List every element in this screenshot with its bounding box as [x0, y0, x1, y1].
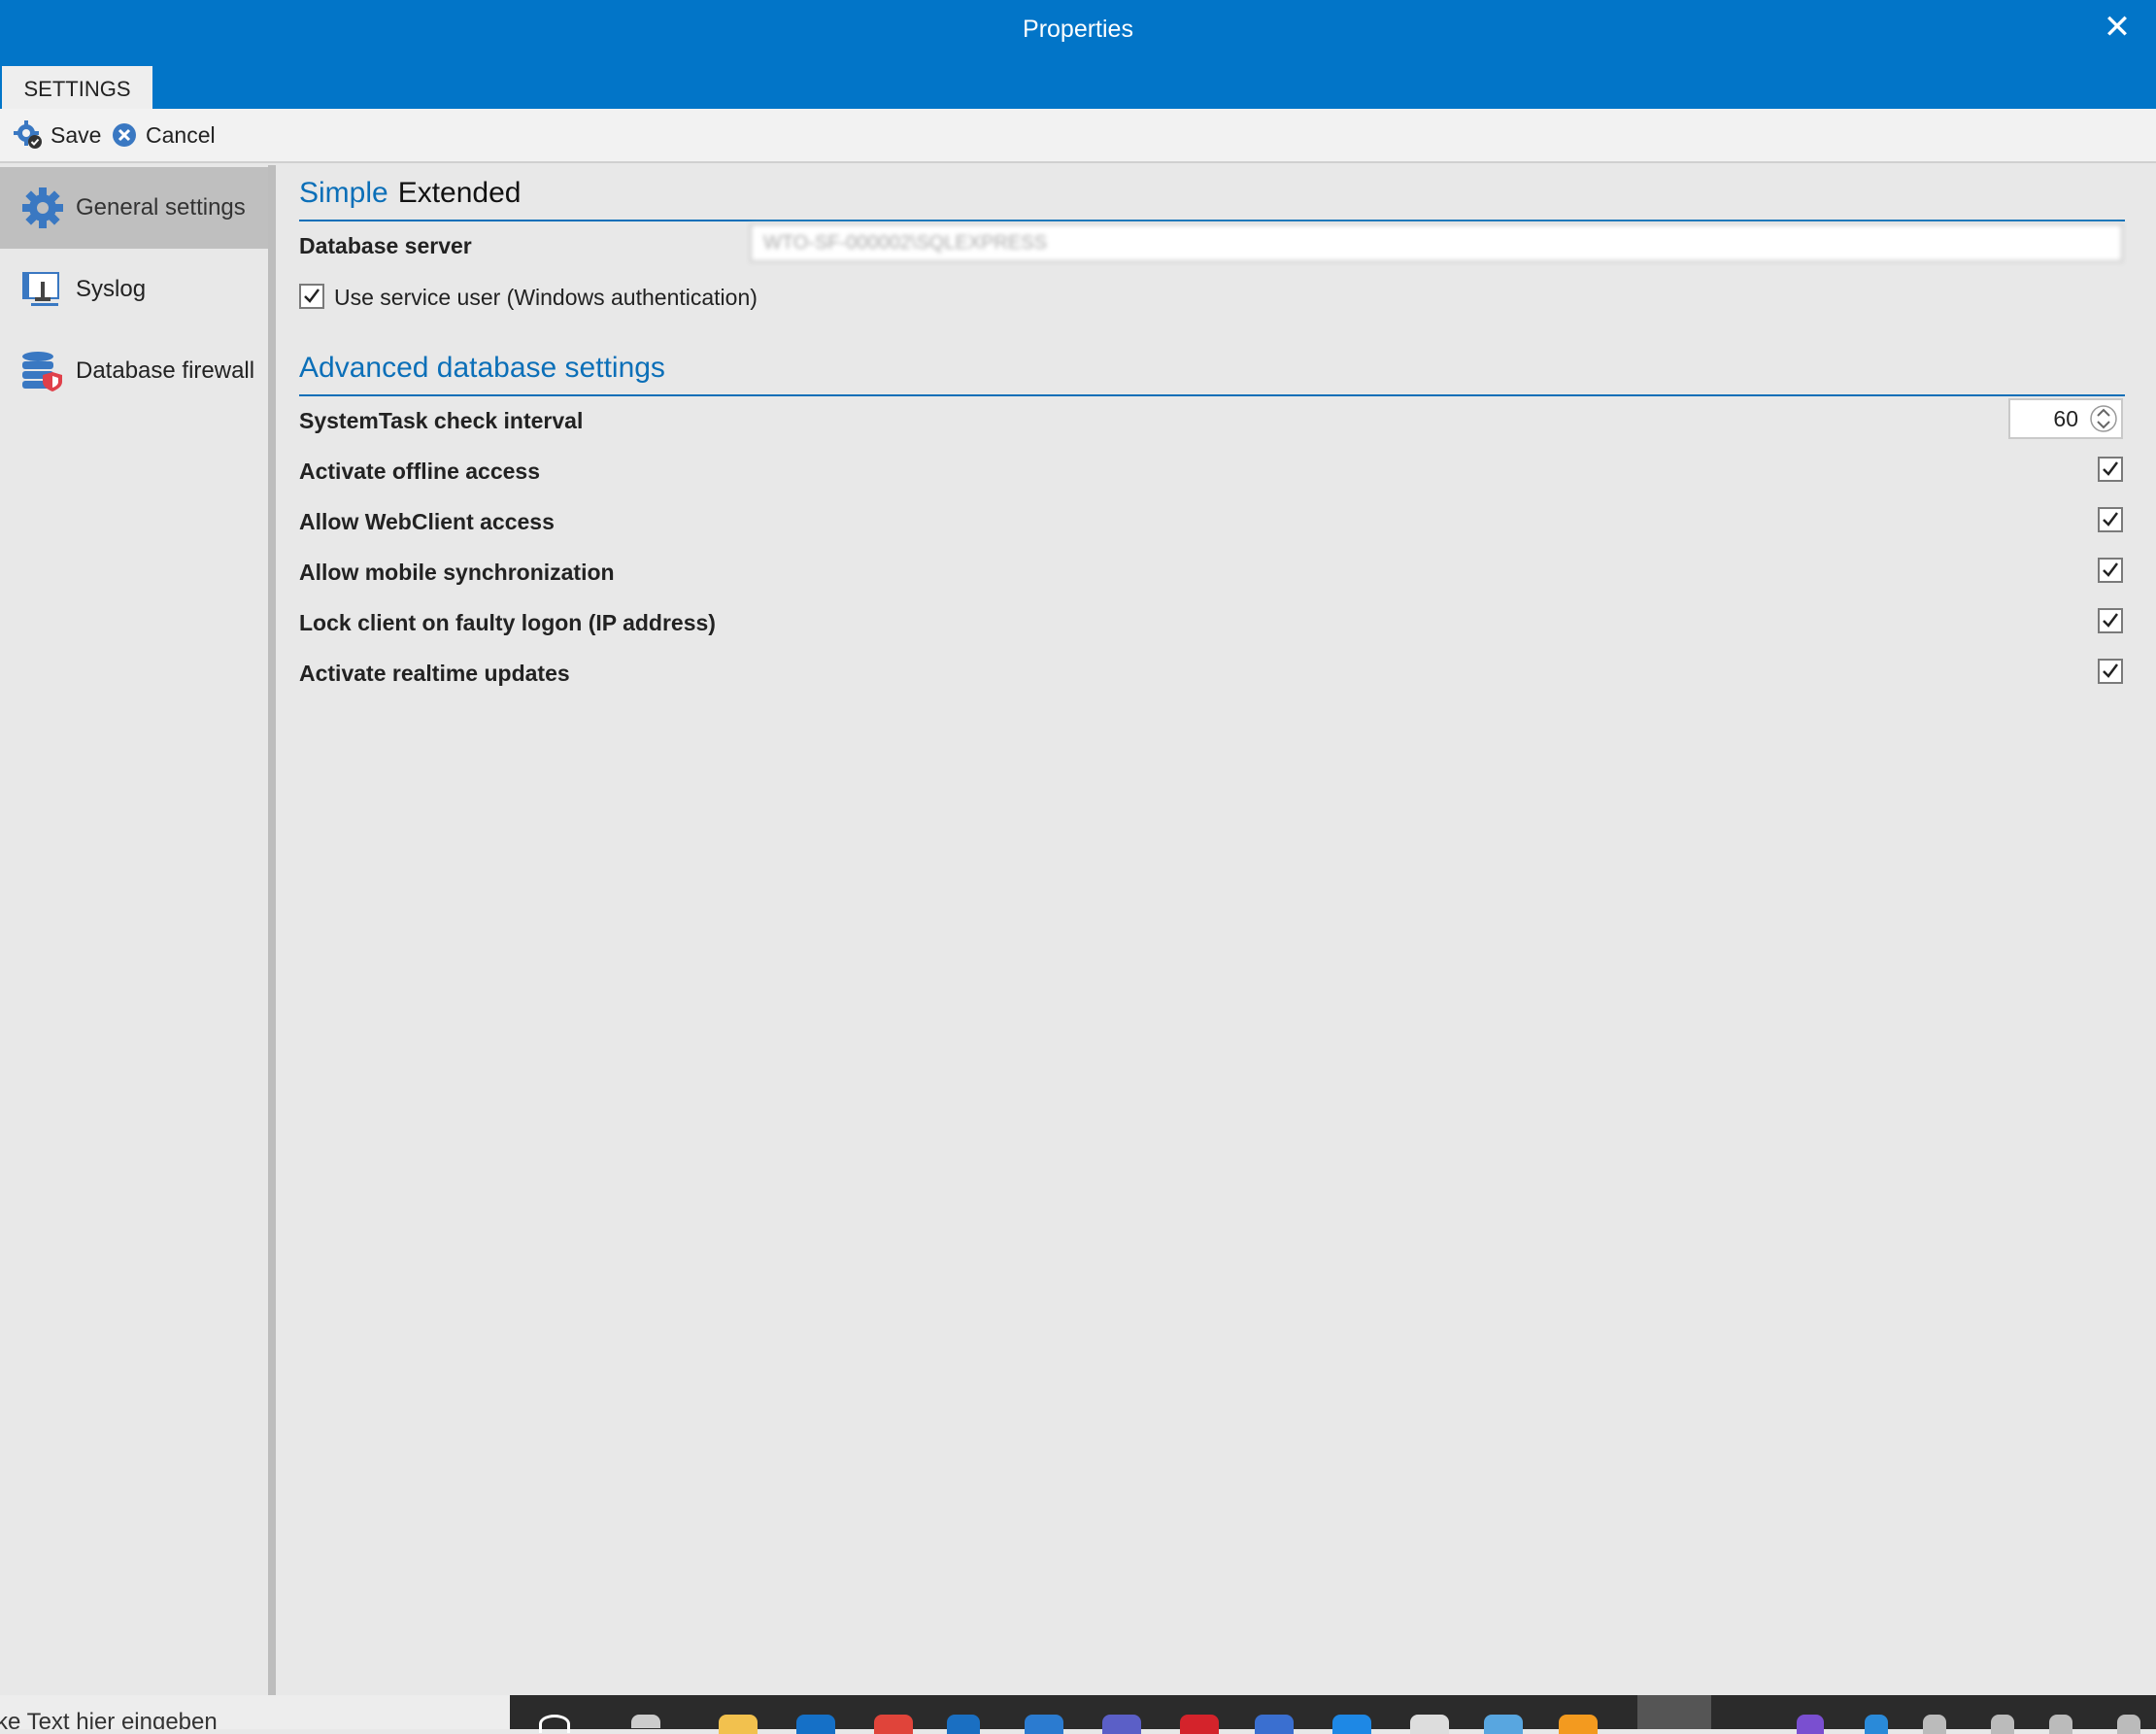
sidebar-item-general-settings[interactable]: General settings [0, 167, 268, 249]
database-server-label: Database server [299, 233, 472, 258]
chrome-icon[interactable] [874, 1715, 913, 1734]
volume-icon[interactable] [2049, 1715, 2072, 1734]
app-icon[interactable] [1332, 1715, 1371, 1734]
tray-icon[interactable] [1865, 1715, 1888, 1734]
teams-icon[interactable] [1102, 1715, 1141, 1734]
systemtask-interval-label: SystemTask check interval [299, 408, 584, 433]
sidebar-item-syslog[interactable]: Syslog [0, 249, 268, 330]
systemtask-interval-value: 60 [2053, 406, 2078, 431]
settings-icon[interactable] [1410, 1715, 1449, 1734]
window-title: Properties [1023, 16, 1133, 43]
subtab-extended[interactable]: Extended [398, 177, 522, 209]
activate-offline-access-checkbox[interactable] [2098, 457, 2123, 482]
sidebar-item-label: Database firewall [76, 357, 255, 384]
sidebar-item-label: General settings [76, 194, 246, 221]
outlook-icon[interactable] [796, 1715, 835, 1734]
taskbar: ke Text hier eingeben [0, 1695, 2156, 1734]
option-label: Activate realtime updates [299, 661, 570, 686]
sidebar-item-database-firewall[interactable]: Database firewall [0, 330, 268, 412]
use-service-user-checkbox[interactable] [299, 284, 324, 309]
pen-icon[interactable] [2117, 1715, 2140, 1734]
check-icon [2103, 461, 2118, 476]
check-icon [2103, 613, 2118, 628]
app-icon[interactable] [1025, 1715, 1063, 1734]
battery-icon[interactable] [1923, 1715, 1946, 1734]
app-icon[interactable] [1255, 1715, 1294, 1734]
taskbar-search-box[interactable]: ke Text hier eingeben [0, 1695, 510, 1729]
cancel-button[interactable]: Cancel [111, 119, 216, 152]
option-label: Activate offline access [299, 459, 541, 484]
lock-client-faulty-logon-checkbox[interactable] [2098, 608, 2123, 633]
close-icon[interactable]: ✕ [2096, 6, 2139, 49]
toolbar: Save Cancel [0, 109, 2156, 163]
allow-mobile-sync-checkbox[interactable] [2098, 558, 2123, 583]
check-icon [304, 289, 320, 303]
option-label: Allow WebClient access [299, 509, 555, 534]
check-icon [2103, 512, 2118, 527]
tab-settings[interactable]: SETTINGS [2, 66, 152, 109]
option-label: Allow mobile synchronization [299, 560, 615, 585]
systemtask-interval-stepper[interactable]: 60 [2008, 398, 2123, 439]
activate-realtime-updates-checkbox[interactable] [2098, 659, 2123, 684]
spinner-arrows-icon[interactable] [2090, 403, 2117, 434]
advanced-section-header: Advanced database settings [299, 352, 2125, 396]
main-panel: Simple Extended Database server WTO-SF-00… [276, 165, 2146, 1695]
title-bar: Properties ✕ SETTINGS [0, 0, 2156, 109]
app-icon[interactable] [1484, 1715, 1523, 1734]
save-gear-icon [14, 120, 42, 149]
taskbar-search-text: ke Text hier eingeben [0, 1709, 218, 1729]
firefox-icon[interactable] [1559, 1715, 1598, 1734]
cancel-icon [113, 123, 136, 147]
use-service-user-label: Use service user (Windows authentication… [334, 285, 758, 310]
gear-icon [19, 185, 66, 231]
check-icon [2103, 663, 2118, 678]
database-shield-icon [19, 348, 66, 394]
sidebar-item-label: Syslog [76, 276, 147, 302]
sidebar: General settings Syslog Database firewal… [0, 165, 268, 1695]
save-button[interactable]: Save [14, 119, 101, 152]
advanced-section-title: Advanced database settings [299, 352, 665, 384]
file-explorer-icon[interactable] [719, 1715, 758, 1734]
check-icon [2103, 562, 2118, 577]
n-app-icon[interactable] [947, 1715, 980, 1734]
option-label: Lock client on faulty logon (IP address) [299, 610, 716, 635]
subtab-bar: Simple Extended [299, 177, 2125, 221]
task-view-icon[interactable] [631, 1715, 660, 1728]
sidebar-splitter[interactable] [268, 165, 276, 1695]
search-icon[interactable] [539, 1715, 570, 1733]
active-app-icon[interactable] [1637, 1695, 1711, 1729]
wifi-icon[interactable] [1991, 1715, 2014, 1734]
tray-icon[interactable] [1797, 1715, 1824, 1734]
allow-webclient-access-checkbox[interactable] [2098, 507, 2123, 532]
save-label: Save [51, 121, 102, 148]
opera-icon[interactable] [1180, 1715, 1219, 1734]
syslog-icon [19, 266, 66, 313]
cancel-label: Cancel [146, 121, 216, 148]
subtab-simple[interactable]: Simple [299, 177, 388, 209]
database-server-input[interactable]: WTO-SF-000002\SQLEXPRESS [750, 223, 2123, 262]
